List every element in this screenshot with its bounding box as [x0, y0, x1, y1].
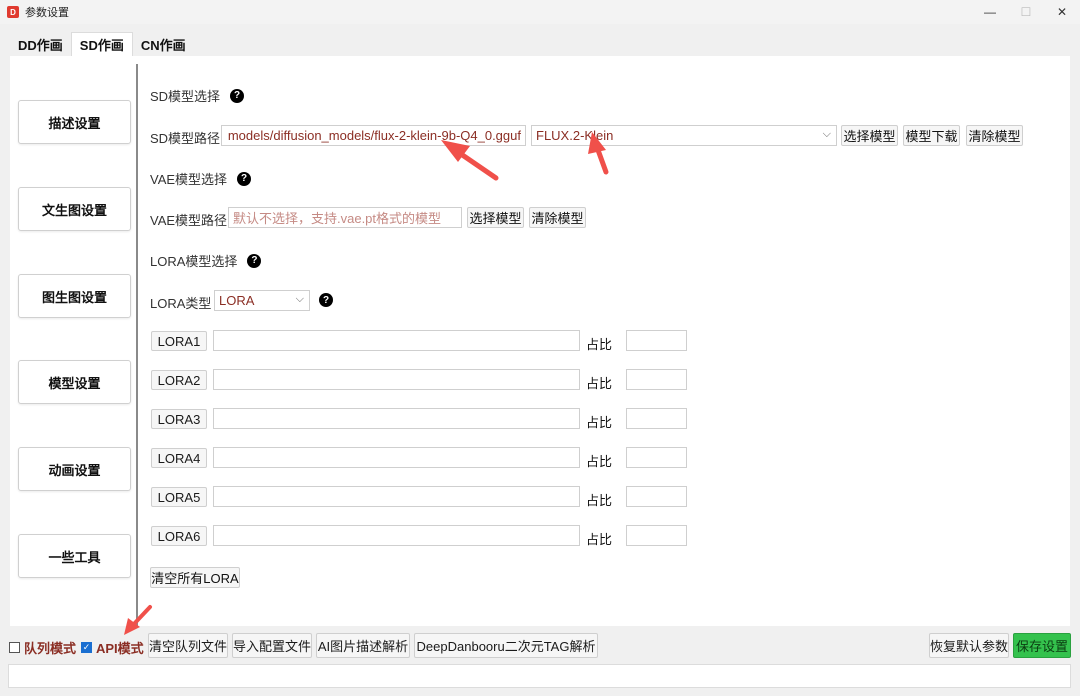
queue-mode-checkbox[interactable]: 队列模式 — [9, 638, 76, 657]
lora5-ratio-label: 占比 — [586, 493, 613, 508]
sidebar-item-tools[interactable]: 一些工具 — [18, 534, 131, 578]
lora2-input[interactable] — [213, 369, 580, 390]
window-controls: — ☐ ✕ — [972, 0, 1080, 24]
lora6-input[interactable] — [213, 525, 580, 546]
sidebar-item-img2img[interactable]: 图生图设置 — [18, 274, 131, 318]
lora-type-select[interactable]: LORA ⌵ — [214, 290, 310, 311]
lora1-ratio-input[interactable] — [626, 330, 687, 351]
lora1-ratio-label: 占比 — [586, 337, 613, 352]
clear-vae-model-button[interactable]: 清除模型 — [529, 207, 586, 228]
lora1-button[interactable]: LORA1 — [151, 331, 207, 351]
minimize-icon[interactable]: — — [972, 0, 1008, 24]
close-icon[interactable]: ✕ — [1044, 0, 1080, 24]
save-settings-button[interactable]: 保存设置 — [1013, 633, 1071, 658]
lora3-input[interactable] — [213, 408, 580, 429]
lora3-ratio-label: 占比 — [586, 415, 613, 430]
clear-all-lora-button[interactable]: 清空所有LORA — [150, 567, 240, 588]
vae-model-path-label: VAE模型路径 — [150, 213, 228, 228]
ai-image-parse-button[interactable]: AI图片描述解析 — [316, 633, 410, 658]
chevron-down-icon: ⌵ — [295, 293, 304, 305]
chevron-down-icon: ⌵ — [822, 128, 831, 140]
sd-model-path-label: SD模型路径 — [150, 131, 221, 146]
select-sd-model-button[interactable]: 选择模型 — [841, 125, 898, 146]
lora4-ratio-input[interactable] — [626, 447, 687, 468]
deepdanbooru-parse-button[interactable]: DeepDanbooru二次元TAG解析 — [414, 633, 598, 658]
lora5-input[interactable] — [213, 486, 580, 507]
vae-model-path-field[interactable]: 默认不选择，支持.vae.pt格式的模型 — [228, 207, 462, 228]
lora4-ratio-label: 占比 — [586, 454, 613, 469]
lora6-ratio-input[interactable] — [626, 525, 687, 546]
tab-cn[interactable]: CN作画 — [133, 32, 194, 56]
app-icon: D — [7, 6, 19, 18]
vertical-divider — [136, 64, 138, 626]
lora-section-title: LORA模型选择 ? — [150, 251, 262, 270]
lora2-button[interactable]: LORA2 — [151, 370, 207, 390]
lora3-button[interactable]: LORA3 — [151, 409, 207, 429]
title-bar: D 参数设置 — ☐ ✕ — [0, 0, 1080, 24]
lora5-button[interactable]: LORA5 — [151, 487, 207, 507]
checkbox-unchecked-icon[interactable] — [9, 642, 20, 653]
tab-sd[interactable]: SD作画 — [70, 32, 133, 56]
sd-model-path-field[interactable]: models/diffusion_models/flux-2-klein-9b-… — [221, 125, 526, 146]
sidebar-item-model[interactable]: 模型设置 — [18, 360, 131, 404]
import-config-button[interactable]: 导入配置文件 — [232, 633, 312, 658]
select-vae-model-button[interactable]: 选择模型 — [467, 207, 524, 228]
lora6-ratio-label: 占比 — [586, 532, 613, 547]
lora6-button[interactable]: LORA6 — [151, 526, 207, 546]
download-model-button[interactable]: 模型下载 — [903, 125, 960, 146]
lora2-ratio-input[interactable] — [626, 369, 687, 390]
help-icon[interactable]: ? — [237, 171, 252, 186]
clear-sd-model-button[interactable]: 清除模型 — [966, 125, 1023, 146]
vae-model-section-title: VAE模型选择 ? — [150, 169, 252, 188]
lora5-ratio-input[interactable] — [626, 486, 687, 507]
sidebar-item-txt2img[interactable]: 文生图设置 — [18, 187, 131, 231]
help-icon[interactable]: ? — [230, 88, 245, 103]
lora4-input[interactable] — [213, 447, 580, 468]
sd-model-section-title: SD模型选择 ? — [150, 86, 245, 105]
restore-defaults-button[interactable]: 恢复默认参数 — [929, 633, 1009, 658]
sidebar-item-animation[interactable]: 动画设置 — [18, 447, 131, 491]
help-icon[interactable]: ? — [319, 293, 333, 307]
window-title: 参数设置 — [25, 7, 69, 19]
tab-dd[interactable]: DD作画 — [10, 32, 71, 56]
sidebar-item-description[interactable]: 描述设置 — [18, 100, 131, 144]
maximize-icon[interactable]: ☐ — [1008, 0, 1044, 24]
status-bar — [8, 664, 1071, 688]
lora1-input[interactable] — [213, 330, 580, 351]
checkbox-checked-icon[interactable]: ✓ — [81, 642, 92, 653]
clear-queue-button[interactable]: 清空队列文件 — [148, 633, 228, 658]
api-mode-checkbox[interactable]: ✓ API模式 — [81, 638, 144, 657]
tab-bar: DD作画 SD作画 CN作画 — [10, 32, 194, 56]
help-icon[interactable]: ? — [247, 253, 262, 268]
lora-type-label: LORA类型 — [150, 296, 212, 311]
lora4-button[interactable]: LORA4 — [151, 448, 207, 468]
sd-model-type-select[interactable]: FLUX.2-Klein ⌵ — [531, 125, 837, 146]
lora3-ratio-input[interactable] — [626, 408, 687, 429]
lora2-ratio-label: 占比 — [586, 376, 613, 391]
settings-panel: 描述设置 文生图设置 图生图设置 模型设置 动画设置 一些工具 SD模型选择 ?… — [10, 56, 1070, 626]
